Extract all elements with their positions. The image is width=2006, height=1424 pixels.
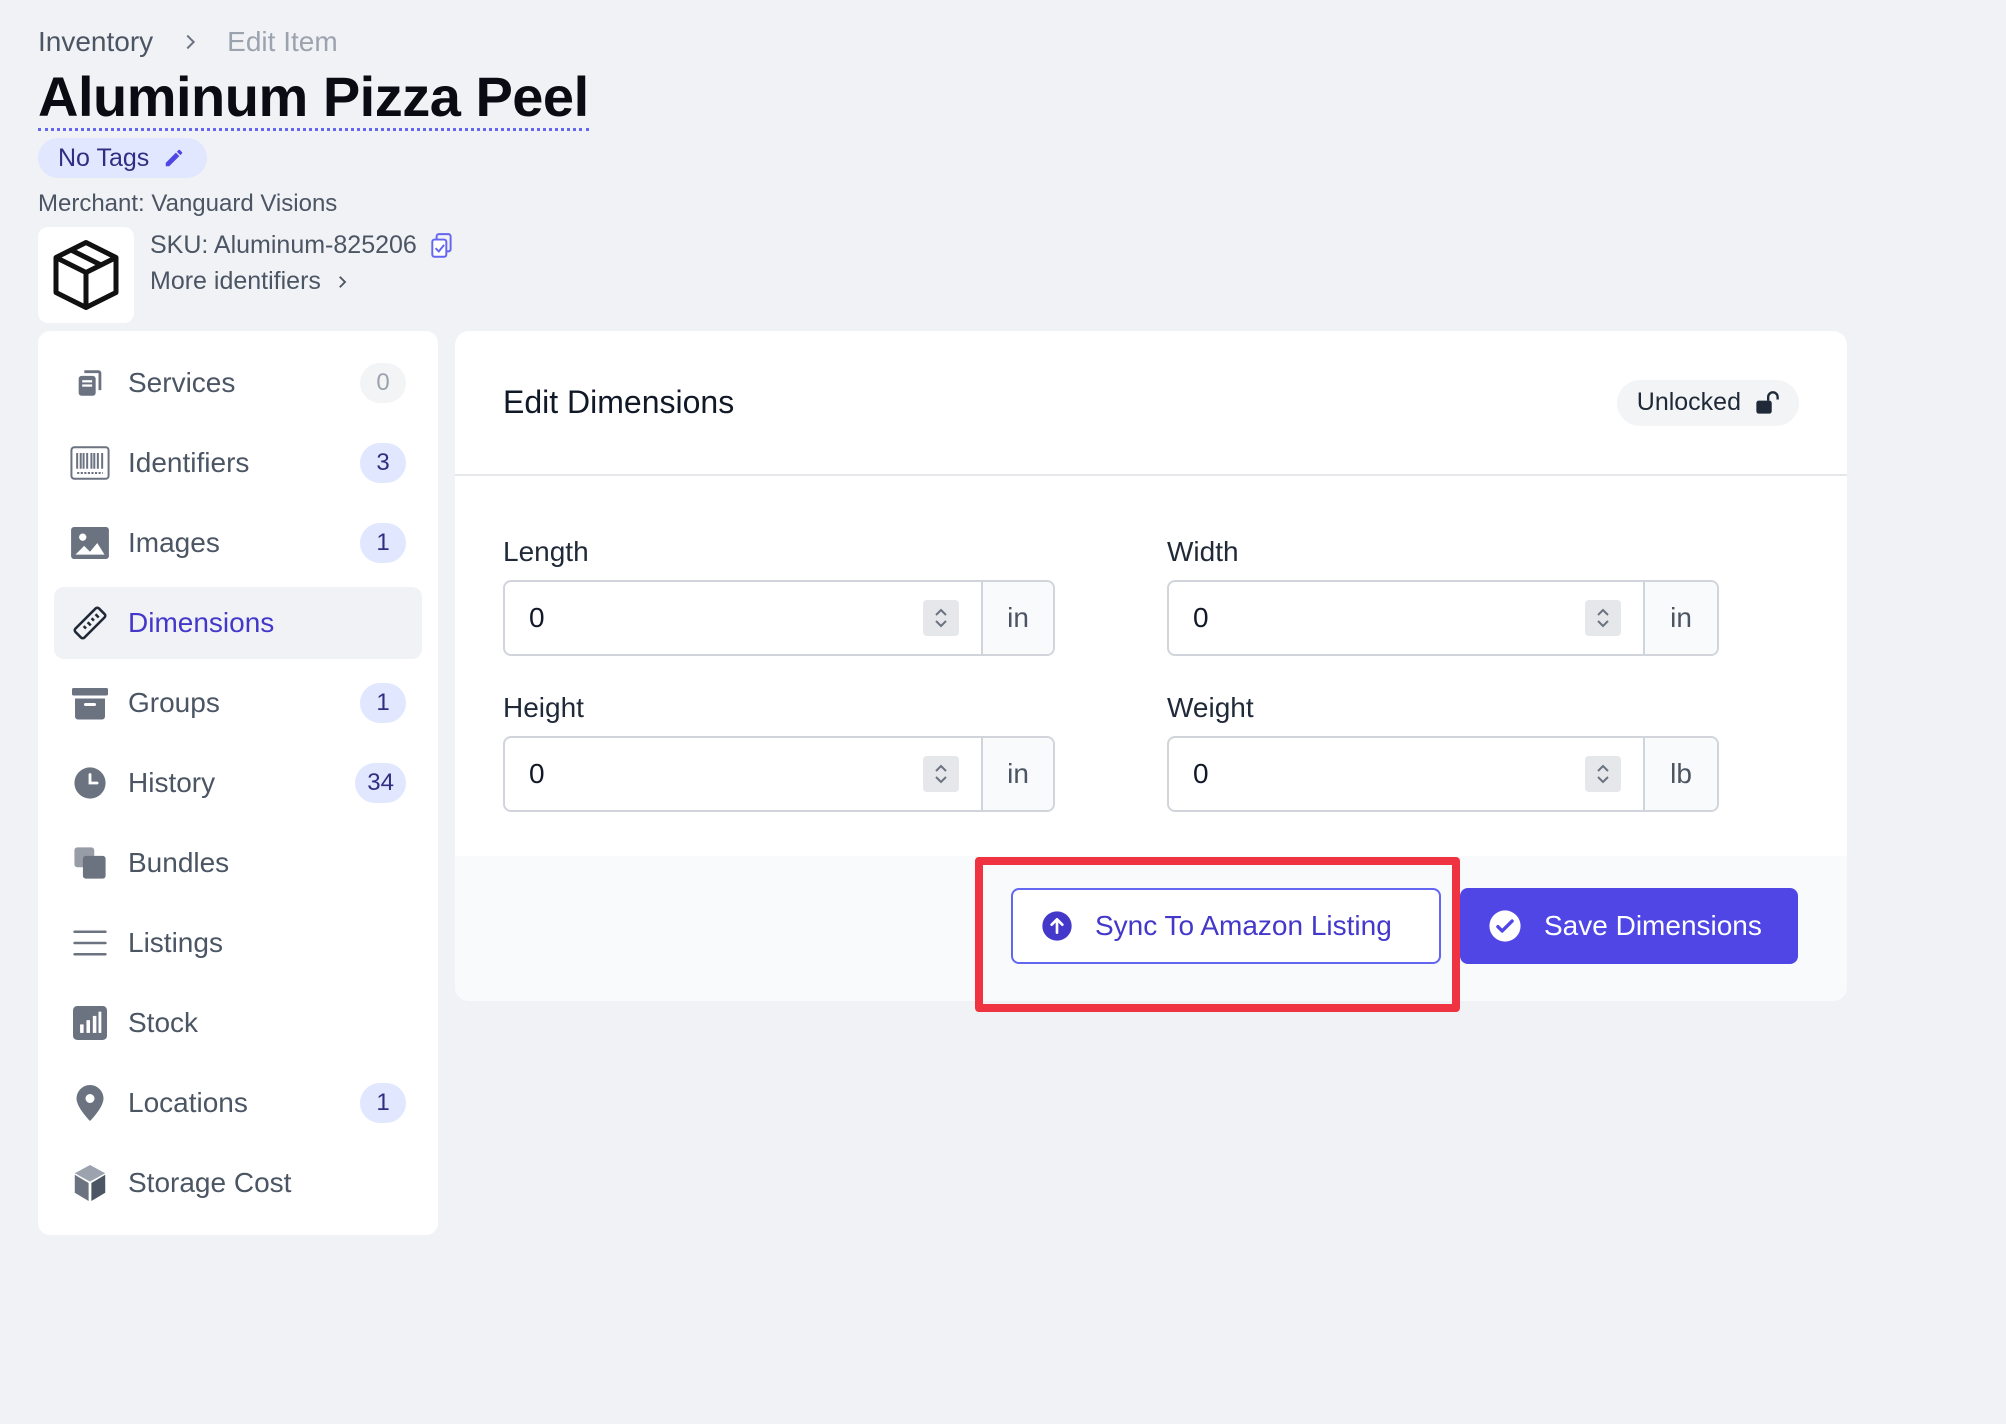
width-stepper[interactable]	[1585, 600, 1621, 636]
sku-row: SKU: Aluminum-825206	[150, 231, 455, 260]
chevron-right-icon	[186, 34, 196, 50]
sidebar-item-label: Locations	[128, 1087, 248, 1118]
height-unit: in	[981, 738, 1053, 810]
length-label: Length	[503, 536, 589, 567]
copy-icon[interactable]	[429, 232, 455, 260]
sidebar-item-images[interactable]: Images 1	[54, 507, 422, 579]
length-input-group: 0 in	[503, 580, 1055, 656]
sidebar-item-dimensions[interactable]: Dimensions	[54, 587, 422, 659]
cube-icon	[70, 1163, 110, 1203]
image-icon	[70, 523, 110, 563]
chevron-right-icon	[338, 275, 347, 288]
width-label: Width	[1167, 536, 1239, 567]
more-identifiers-link[interactable]: More identifiers	[150, 267, 351, 296]
sidebar-item-storage-cost[interactable]: Storage Cost	[54, 1147, 422, 1219]
height-label: Height	[503, 692, 584, 723]
height-input-group: 0 in	[503, 736, 1055, 812]
weight-input[interactable]: 0	[1169, 738, 1643, 810]
weight-field: Weight 0 lb	[1167, 692, 1719, 812]
sidebar-item-stock[interactable]: Stock	[54, 987, 422, 1059]
sidebar-item-label: History	[128, 767, 216, 798]
weight-label: Weight	[1167, 692, 1254, 723]
width-field: Width 0 in	[1167, 536, 1719, 656]
lock-toggle[interactable]: Unlocked	[1616, 379, 1799, 426]
sidebar-item-groups[interactable]: Groups 1	[54, 667, 422, 739]
length-value: 0	[529, 602, 545, 633]
sidebar-item-services[interactable]: Services 0	[54, 347, 422, 419]
width-value: 0	[1193, 602, 1209, 633]
sidebar-item-label: Listings	[128, 927, 223, 958]
width-input-group: 0 in	[1167, 580, 1719, 656]
pencil-icon	[166, 149, 183, 167]
height-field: Height 0 in	[503, 692, 1055, 812]
sidebar-item-label: Storage Cost	[128, 1167, 292, 1198]
list-icon	[70, 923, 110, 963]
stepper-icon	[935, 608, 947, 628]
weight-input-group: 0 lb	[1167, 736, 1719, 812]
width-unit: in	[1643, 582, 1717, 654]
chart-icon	[70, 1003, 110, 1043]
count-badge: 1	[360, 1083, 406, 1123]
sidebar-item-label: Stock	[128, 1007, 199, 1038]
length-stepper[interactable]	[923, 600, 959, 636]
sidebar-item-label: Images	[128, 527, 220, 558]
pin-icon	[70, 1083, 110, 1123]
stepper-icon	[1597, 608, 1609, 628]
height-input[interactable]: 0	[505, 738, 981, 810]
tags-badge[interactable]: No Tags	[38, 138, 208, 178]
count-badge: 3	[360, 443, 406, 483]
stepper-icon	[935, 764, 947, 784]
page-title[interactable]: Aluminum Pizza Peel	[38, 66, 589, 131]
breadcrumb: Inventory Edit Item	[38, 26, 338, 58]
sidebar-item-label: Bundles	[128, 847, 230, 878]
height-value: 0	[529, 758, 545, 789]
length-input[interactable]: 0	[505, 582, 981, 654]
panel-title: Edit Dimensions	[503, 384, 735, 420]
archive-icon	[70, 683, 110, 723]
sidebar-item-label: Identifiers	[128, 447, 250, 478]
weight-value: 0	[1193, 758, 1209, 789]
sidebar-nav: Services 0 Identifiers 3 Images 1 Dimens…	[38, 331, 438, 1235]
unlock-icon	[1756, 390, 1779, 414]
highlight-box	[975, 857, 1460, 1012]
sidebar-item-label: Groups	[128, 687, 220, 718]
breadcrumb-current: Edit Item	[227, 26, 338, 57]
dimension-fields: Length 0 in Width 0 in Height 0 in Weigh…	[455, 476, 1847, 854]
sidebar-item-listings[interactable]: Listings	[54, 907, 422, 979]
merchant-label: Merchant: Vanguard Visions	[38, 190, 338, 217]
stack-icon	[70, 843, 110, 883]
sidebar-item-locations[interactable]: Locations 1	[54, 1067, 422, 1139]
tags-label: No Tags	[58, 143, 150, 172]
lock-label: Unlocked	[1636, 388, 1741, 416]
width-input[interactable]: 0	[1169, 582, 1643, 654]
count-badge: 0	[360, 363, 406, 403]
product-image	[38, 227, 134, 323]
sidebar-item-identifiers[interactable]: Identifiers 3	[54, 427, 422, 499]
sidebar-item-history[interactable]: History 34	[54, 747, 422, 819]
sidebar-item-label: Services	[128, 367, 236, 398]
weight-unit: lb	[1643, 738, 1717, 810]
breadcrumb-inventory[interactable]: Inventory	[38, 26, 153, 58]
save-button-label: Save Dimensions	[1544, 910, 1762, 941]
count-badge: 1	[360, 683, 406, 723]
save-dimensions-button[interactable]: Save Dimensions	[1460, 888, 1798, 964]
more-identifiers-label: More identifiers	[150, 267, 321, 295]
length-unit: in	[981, 582, 1053, 654]
count-badge: 1	[360, 523, 406, 563]
count-badge: 34	[355, 763, 406, 803]
barcode-icon	[70, 443, 110, 483]
sidebar-item-label: Dimensions	[128, 607, 275, 638]
package-icon	[53, 240, 119, 310]
height-stepper[interactable]	[923, 756, 959, 792]
weight-stepper[interactable]	[1585, 756, 1621, 792]
clock-icon	[70, 763, 110, 803]
services-icon	[70, 363, 110, 403]
ruler-icon	[70, 603, 110, 643]
sku-label: SKU: Aluminum-825206	[150, 231, 417, 259]
panel-header: Edit Dimensions Unlocked	[455, 331, 1847, 476]
sidebar-item-bundles[interactable]: Bundles	[54, 827, 422, 899]
stepper-icon	[1597, 764, 1609, 784]
check-circle-icon	[1489, 910, 1521, 942]
length-field: Length 0 in	[503, 536, 1055, 656]
